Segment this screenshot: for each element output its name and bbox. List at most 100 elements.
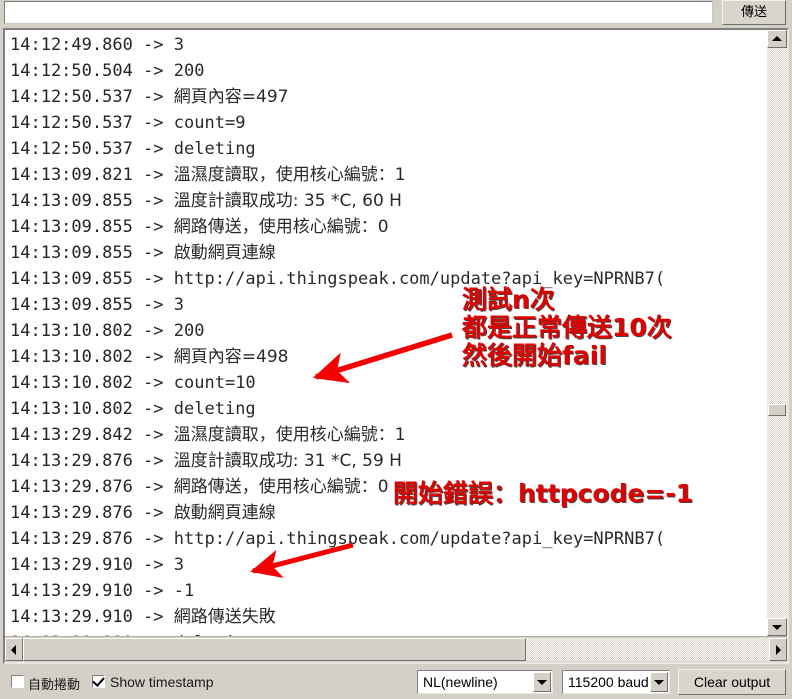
autoscroll-checkbox[interactable] <box>11 675 24 688</box>
log-arrow: -> <box>143 321 174 341</box>
log-message: 溫濕度讀取，使用核心編號：1 <box>173 425 406 445</box>
annotation-note-normal-send: 測試n次 都是正常傳送10次 然後開始fail <box>462 285 672 370</box>
log-timestamp: 14:13:29.876 <box>10 503 144 523</box>
log-timestamp: 14:13:29.876 <box>10 451 144 471</box>
log-arrow: -> <box>143 243 174 263</box>
log-timestamp: 14:12:50.504 <box>10 61 144 81</box>
log-message: 網頁內容=497 <box>173 87 289 107</box>
log-message: 溫度計讀取成功: 35 *C, 60 H <box>173 191 402 211</box>
send-input[interactable] <box>4 1 713 24</box>
console-log-line: 14:13:29.876 -> http://api.thingspeak.co… <box>10 526 665 552</box>
log-message: 200 <box>173 61 205 81</box>
log-arrow: -> <box>143 35 174 55</box>
log-timestamp: 14:12:49.860 <box>10 35 144 55</box>
log-timestamp: 14:13:09.855 <box>10 295 144 315</box>
log-message: -1 <box>173 581 195 601</box>
console-log-line: 14:13:29.910 -> 3 <box>10 552 184 578</box>
log-arrow: -> <box>143 529 174 549</box>
log-message: 網路傳送，使用核心編號：0 <box>173 477 389 497</box>
log-arrow: -> <box>143 581 174 601</box>
console-log-line: 14:13:09.855 -> 溫度計讀取成功: 35 *C, 60 H <box>10 188 402 214</box>
line-ending-value: NL(newline) <box>423 674 498 690</box>
scroll-up-arrow-icon[interactable] <box>767 30 787 48</box>
clear-output-button[interactable]: Clear output <box>678 669 786 695</box>
log-message: 啟動網頁連線 <box>173 503 276 523</box>
log-message: count=9 <box>173 113 246 133</box>
log-timestamp: 14:13:10.802 <box>10 347 144 367</box>
log-message: 網路傳送失敗 <box>173 607 276 627</box>
log-arrow: -> <box>143 61 174 81</box>
vertical-scrollbar-track[interactable] <box>767 48 787 618</box>
log-message: 200 <box>173 321 205 341</box>
console-log-line: 14:13:29.910 -> 網路傳送失敗 <box>10 604 276 630</box>
log-timestamp: 14:13:09.855 <box>10 217 144 237</box>
log-message: http://api.thingspeak.com/update?api_key… <box>173 529 666 549</box>
horizontal-scrollbar[interactable] <box>5 636 787 662</box>
log-arrow: -> <box>143 139 174 159</box>
console-log-line: 14:13:10.802 -> count=10 <box>10 370 256 396</box>
console-log-line: 14:13:09.821 -> 溫濕度讀取，使用核心編號：1 <box>10 162 406 188</box>
show-timestamp-checkbox[interactable] <box>92 674 105 688</box>
log-arrow: -> <box>143 347 174 367</box>
log-timestamp: 14:13:09.855 <box>10 191 144 211</box>
baud-rate-select[interactable]: 115200 baud <box>562 670 670 694</box>
scroll-right-arrow-icon[interactable] <box>769 638 787 661</box>
log-message: 啟動網頁連線 <box>173 243 276 263</box>
send-bar: 傳送 <box>0 0 792 27</box>
scroll-down-arrow-icon[interactable] <box>767 618 787 636</box>
chevron-down-icon[interactable] <box>650 672 668 692</box>
log-timestamp: 14:13:09.855 <box>10 269 144 289</box>
log-arrow: -> <box>143 425 174 445</box>
log-arrow: -> <box>143 295 174 315</box>
log-message: 網頁內容=498 <box>173 347 289 367</box>
autoscroll-label: 自動捲動 <box>28 678 81 693</box>
send-button[interactable]: 傳送 <box>722 0 786 25</box>
console-log-line: 14:13:29.842 -> 溫濕度讀取，使用核心編號：1 <box>10 422 406 448</box>
line-ending-select[interactable]: NL(newline) <box>417 670 553 694</box>
log-timestamp: 14:13:09.821 <box>10 165 144 185</box>
log-timestamp: 14:12:50.537 <box>10 113 144 133</box>
log-timestamp: 14:13:09.855 <box>10 243 144 263</box>
log-message: count=10 <box>173 373 256 393</box>
vertical-scrollbar[interactable] <box>767 30 787 636</box>
annotation-note-error: 開始錯誤：httpcode=-1 <box>393 479 694 508</box>
console-log-line: 14:13:29.876 -> 網路傳送，使用核心編號：0 <box>10 474 389 500</box>
console-log-line: 14:13:29.910 -> -1 <box>10 578 194 604</box>
log-arrow: -> <box>143 451 174 471</box>
log-arrow: -> <box>143 555 174 575</box>
log-timestamp: 14:13:29.910 <box>10 607 144 627</box>
console-log-line: 14:13:09.855 -> 網路傳送，使用核心編號：0 <box>10 214 389 240</box>
log-message: 3 <box>173 35 185 55</box>
log-arrow: -> <box>143 217 174 237</box>
console-log-line: 14:12:49.860 -> 3 <box>10 32 184 58</box>
log-timestamp: 14:13:29.876 <box>10 529 144 549</box>
log-arrow: -> <box>143 269 174 289</box>
serial-monitor-window: 傳送 14:12:49.860 -> 3 14:12:50.504 -> 200 1… <box>0 0 792 699</box>
console-log-line: 14:13:09.855 -> 啟動網頁連線 <box>10 240 276 266</box>
bottom-toolbar: 自動捲動 Show timestamp NL(newline) 115200 b… <box>0 664 792 699</box>
log-timestamp: 14:13:10.802 <box>10 321 144 341</box>
console-log-line: 14:12:50.537 -> count=9 <box>10 110 245 136</box>
console-log-line: 14:13:09.855 -> 3 <box>10 292 184 318</box>
horizontal-scrollbar-thumb[interactable] <box>23 638 526 661</box>
show-timestamp-label: Show timestamp <box>110 674 214 690</box>
log-message: deleting <box>173 139 256 159</box>
log-arrow: -> <box>143 503 174 523</box>
log-message: 3 <box>173 295 185 315</box>
log-arrow: -> <box>143 607 174 627</box>
log-message: 3 <box>173 555 185 575</box>
console-log-line: 14:12:50.537 -> 網頁內容=497 <box>10 84 288 110</box>
vertical-scrollbar-thumb[interactable] <box>768 404 786 416</box>
log-arrow: -> <box>143 373 174 393</box>
baud-rate-value: 115200 baud <box>568 674 649 690</box>
chevron-down-icon[interactable] <box>533 672 551 692</box>
log-message: deleting <box>173 399 256 419</box>
log-arrow: -> <box>143 87 174 107</box>
log-message: 溫濕度讀取，使用核心編號：1 <box>173 165 406 185</box>
log-arrow: -> <box>143 477 174 497</box>
console-log-line: 14:13:10.802 -> 網頁內容=498 <box>10 344 288 370</box>
log-timestamp: 14:13:10.802 <box>10 399 144 419</box>
log-timestamp: 14:13:29.842 <box>10 425 144 445</box>
scroll-left-arrow-icon[interactable] <box>5 638 23 661</box>
checkmark-icon <box>92 674 105 687</box>
